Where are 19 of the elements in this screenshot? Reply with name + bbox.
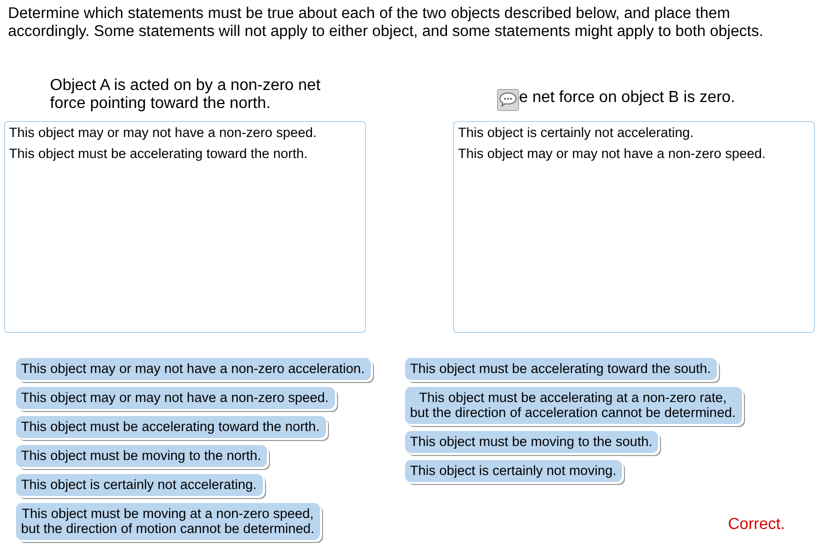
feedback-text: Correct. (728, 515, 785, 535)
statement-chip[interactable]: This object must be accelerating toward the south. (405, 358, 717, 380)
instructions-text: Determine which statements must be true about each of the two objects described below, and place them accordingly. Some statements will not apply to either object, and some statements might apply to both objects. (8, 5, 764, 41)
placed-statement[interactable]: This object may or may not have a non-zero speed. (9, 122, 361, 143)
speech-bubble-icon[interactable] (497, 89, 519, 111)
placed-statement[interactable]: This object must be accelerating toward the north. (9, 143, 361, 164)
placed-statement[interactable]: This object may or may not have a non-zero speed. (458, 143, 810, 164)
statement-chip[interactable]: This object must be moving at a non-zero speed, but the direction of motion cannot be determined. (16, 503, 320, 540)
statement-chip[interactable]: This object must be accelerating at a non-zero rate, but the direction of acceleration cannot be determined. (405, 387, 742, 424)
statement-chip[interactable]: This object must be moving to the south. (405, 431, 658, 453)
statement-chip[interactable]: This object must be accelerating toward the north. (16, 416, 326, 438)
statement-chip[interactable]: This object is certainly not accelerating. (16, 474, 263, 496)
placed-statement[interactable]: This object is certainly not accelerating. (458, 122, 810, 143)
statement-chip[interactable]: This object is certainly not moving. (405, 460, 622, 482)
target-heading: e net force on object B is zero. (519, 89, 736, 108)
statement-chip[interactable]: This object must be moving to the north. (16, 445, 268, 467)
statement-chip[interactable]: This object may or may not have a non-zero acceleration. (16, 358, 371, 380)
target-heading: Object A is acted on by a non-zero net force pointing toward the north. (50, 77, 322, 114)
statement-chip[interactable]: This object may or may not have a non-zero speed. (16, 387, 335, 409)
